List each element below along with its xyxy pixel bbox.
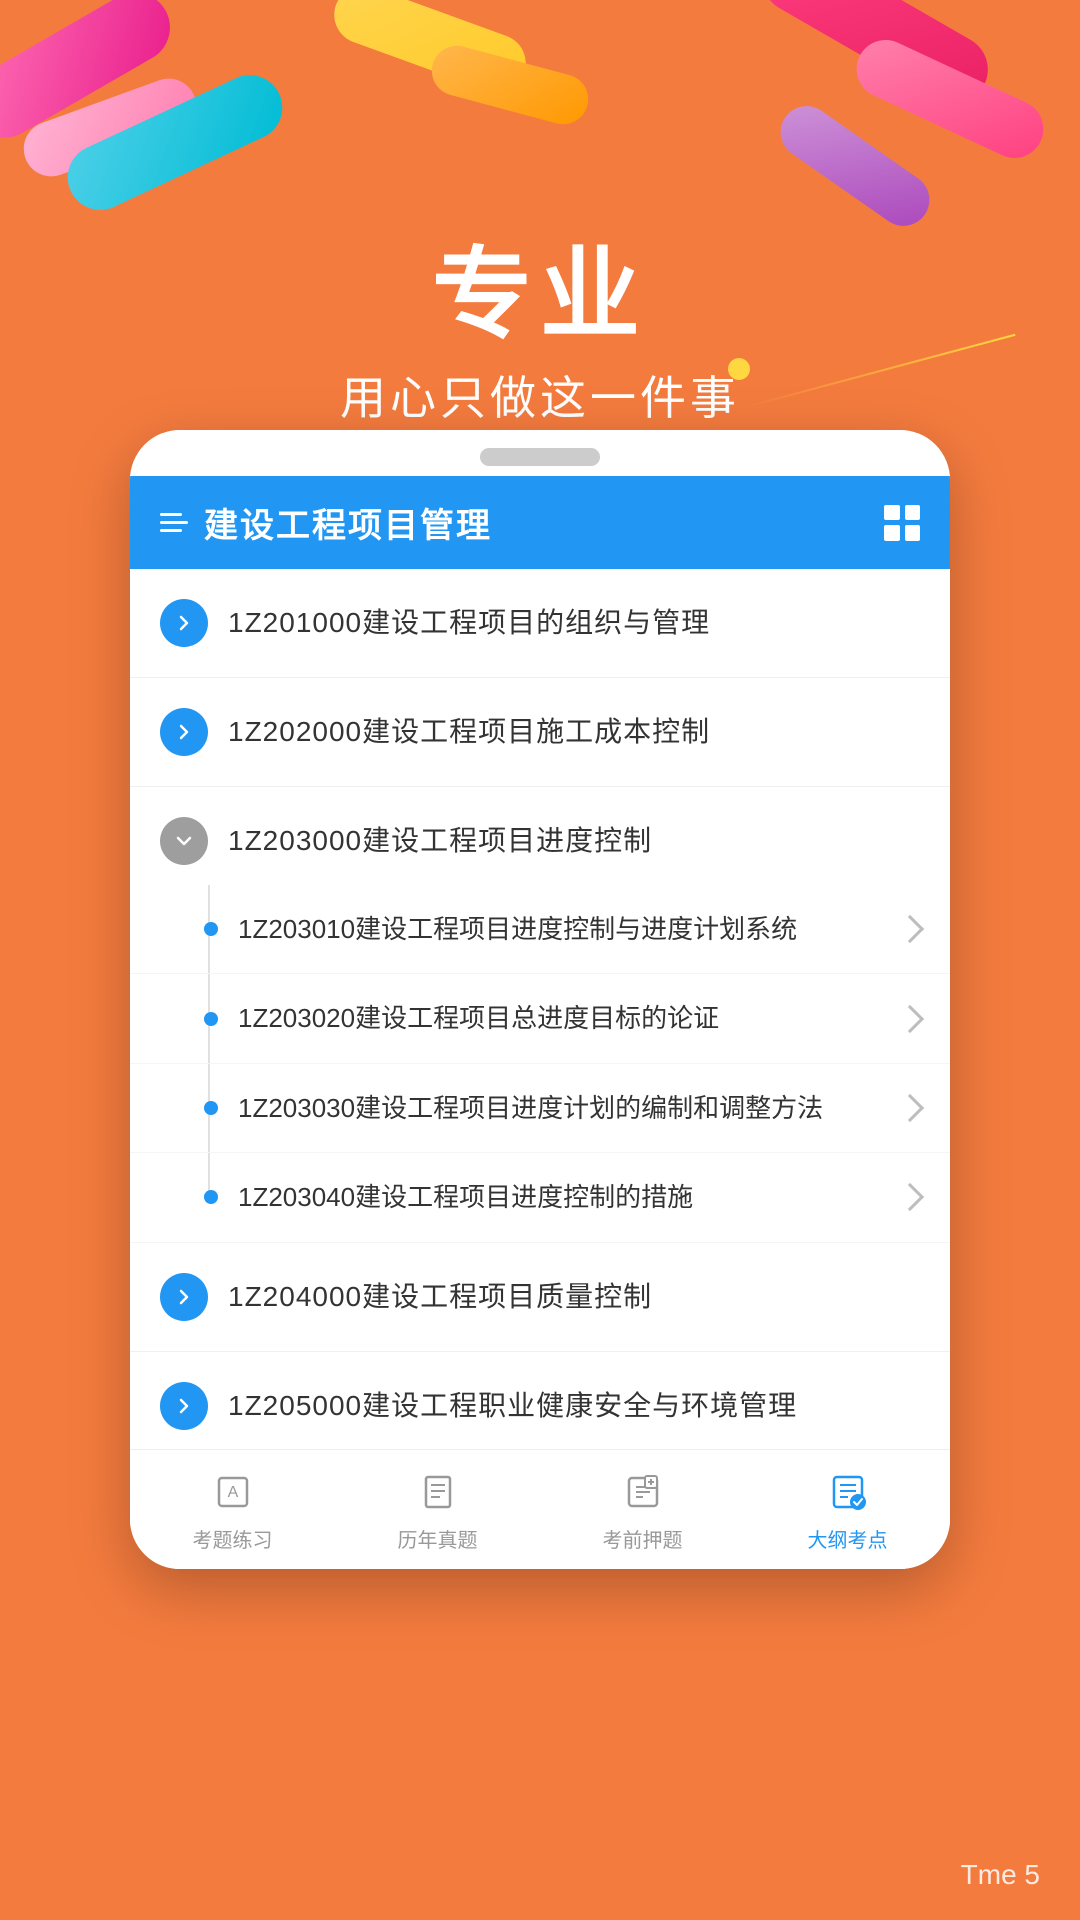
sub-list-item[interactable]: 1Z203030建设工程项目进度计划的编制和调整方法 <box>130 1064 950 1153</box>
list-item-text: 1Z203000建设工程项目进度控制 <box>228 821 652 860</box>
sub-item-text: 1Z203040建设工程项目进度控制的措施 <box>238 1179 900 1215</box>
sub-list-item[interactable]: 1Z203040建设工程项目进度控制的措施 <box>130 1153 950 1242</box>
list-content: 1Z201000建设工程项目的组织与管理 1Z202000建设工程项目施工成本控… <box>130 569 950 1569</box>
sub-list-item[interactable]: 1Z203020建设工程项目总进度目标的论证 <box>130 974 950 1063</box>
list-item[interactable]: 1Z201000建设工程项目的组织与管理 <box>130 569 950 678</box>
deco-pill-8 <box>770 96 939 236</box>
list-item-text: 1Z205000建设工程职业健康安全与环境管理 <box>228 1386 797 1425</box>
phone-mockup: 建设工程项目管理 1Z201000建设工程项目的组织与管理 1Z202000建设… <box>130 430 950 1569</box>
list-item[interactable]: 1Z205000建设工程职业健康安全与环境管理 <box>130 1352 950 1461</box>
list-item-expanded[interactable]: 1Z203000建设工程项目进度控制 <box>130 787 950 885</box>
sub-list-item[interactable]: 1Z203010建设工程项目进度控制与进度计划系统 <box>130 885 950 974</box>
chevron-right-icon <box>896 1094 924 1122</box>
list-item[interactable]: 1Z204000建设工程项目质量控制 <box>130 1243 950 1352</box>
list-item-text: 1Z201000建设工程项目的组织与管理 <box>228 603 710 642</box>
sub-item-dot <box>204 922 218 936</box>
tab-label-linian: 历年真题 <box>398 1524 478 1553</box>
deco-pill-6 <box>750 0 1001 116</box>
list-item-text: 1Z204000建设工程项目质量控制 <box>228 1277 652 1316</box>
deco-pill-4 <box>326 0 534 100</box>
item-expand-icon <box>160 1382 208 1430</box>
sub-item-text: 1Z203010建设工程项目进度控制与进度计划系统 <box>238 911 900 947</box>
deco-pill-7 <box>847 30 1053 167</box>
linian-icon <box>412 1466 464 1518</box>
tab-item-kaoqian[interactable]: 考前押题 <box>540 1450 745 1569</box>
bottom-tab-bar: A 考题练习 历年真题 <box>130 1449 950 1569</box>
chevron-right-icon <box>896 1183 924 1211</box>
dagang-icon <box>822 1466 874 1518</box>
chevron-right-icon <box>896 915 924 943</box>
deco-pill-3 <box>57 64 293 220</box>
app-header-title: 建设工程项目管理 <box>204 498 492 547</box>
page-bottom: Tme 5 <box>0 1830 1080 1920</box>
sub-item-text: 1Z203030建设工程项目进度计划的编制和调整方法 <box>238 1090 900 1126</box>
list-item[interactable]: 1Z202000建设工程项目施工成本控制 <box>130 678 950 787</box>
sub-item-dot <box>204 1101 218 1115</box>
hero-section: 专业 用心只做这一件事 <box>0 240 1080 428</box>
sub-list: 1Z203010建设工程项目进度控制与进度计划系统 1Z203020建设工程项目… <box>130 885 950 1243</box>
sub-item-text: 1Z203020建设工程项目总进度目标的论证 <box>238 1000 900 1036</box>
tab-item-linian[interactable]: 历年真题 <box>335 1450 540 1569</box>
item-expand-icon <box>160 1273 208 1321</box>
sub-item-dot <box>204 1012 218 1026</box>
hero-subtitle: 用心只做这一件事 <box>0 362 1080 428</box>
grid-view-icon[interactable] <box>884 505 920 541</box>
tab-label-kaoqian: 考前押题 <box>603 1524 683 1553</box>
tab-item-kaoti[interactable]: A 考题练习 <box>130 1450 335 1569</box>
phone-speaker <box>480 448 600 466</box>
phone-topbar <box>130 430 950 476</box>
menu-icon[interactable] <box>160 513 188 532</box>
hero-title: 专业 <box>0 240 1080 350</box>
deco-pill-1 <box>0 0 183 150</box>
sub-item-dot <box>204 1190 218 1204</box>
chevron-right-icon <box>896 1004 924 1032</box>
svg-text:A: A <box>227 1484 238 1501</box>
kaoqian-icon <box>617 1466 669 1518</box>
kaoti-icon: A <box>207 1466 259 1518</box>
item-expand-icon <box>160 599 208 647</box>
tab-label-dagang: 大纲考点 <box>808 1524 888 1553</box>
app-header-left: 建设工程项目管理 <box>160 498 492 547</box>
item-collapse-icon <box>160 817 208 865</box>
deco-pill-2 <box>16 71 204 184</box>
tab-item-dagang[interactable]: 大纲考点 <box>745 1450 950 1569</box>
time-label: Tme 5 <box>961 1859 1040 1891</box>
tab-label-kaoti: 考题练习 <box>193 1524 273 1553</box>
list-item-text: 1Z202000建设工程项目施工成本控制 <box>228 712 710 751</box>
deco-pill-5 <box>426 40 593 130</box>
item-expand-icon <box>160 708 208 756</box>
app-header: 建设工程项目管理 <box>130 476 950 569</box>
